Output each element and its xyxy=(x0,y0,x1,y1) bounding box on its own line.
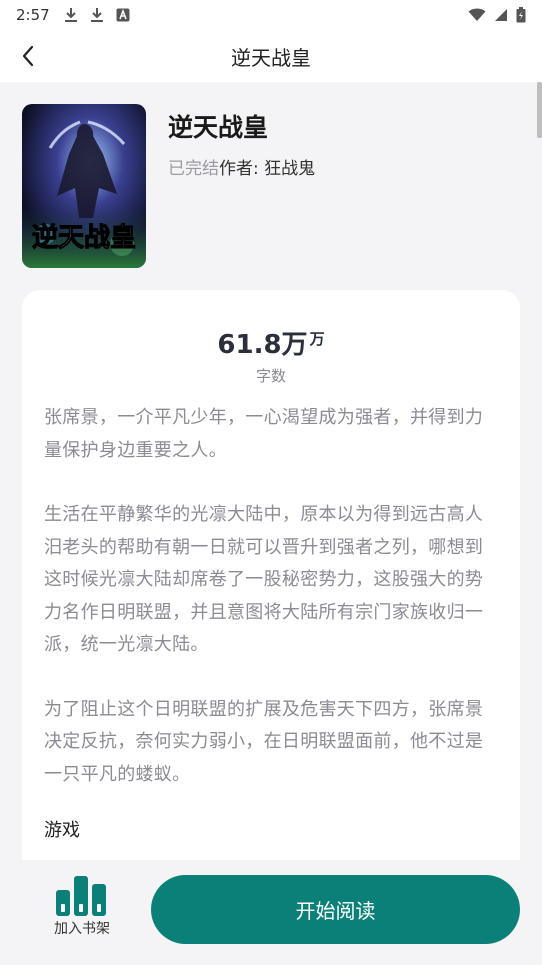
download-icon xyxy=(90,8,103,22)
synopsis-paragraph: 张席景，一介平凡少年，一心渴望成为强者，并得到力量保护身边重要之人。 xyxy=(44,407,484,461)
battery-charging-icon xyxy=(516,7,526,23)
word-count-unit: 万 xyxy=(309,330,325,348)
book-cover-art: 逆天战皇 xyxy=(22,104,146,268)
book-title: 逆天战皇 xyxy=(168,113,269,142)
wifi-icon xyxy=(468,8,486,21)
author-label[interactable]: 作者: 狂战鬼 xyxy=(219,154,315,179)
completion-status: 已完结 xyxy=(168,159,219,179)
book-detail-content[interactable]: 逆天战皇 逆天战皇 已完结 作者: 狂战鬼 61.8万万 字数 张席景，一介平凡… xyxy=(0,82,542,860)
back-button[interactable] xyxy=(10,38,46,74)
status-time: 2:57 xyxy=(16,6,50,24)
genre-tag[interactable]: 游戏 xyxy=(44,816,80,842)
book-synopsis: 张席景，一介平凡少年，一心渴望成为强者，并得到力量保护身边重要之人。 生活在平静… xyxy=(44,402,496,823)
scrollbar[interactable] xyxy=(537,82,542,138)
start-reading-label: 开始阅读 xyxy=(295,899,376,923)
book-cover-title: 逆天战皇 xyxy=(32,222,136,253)
synopsis-paragraph: 生活在平静繁华的光凛大陆中，原本以为得到远古高人汨老头的帮助有朝一日就可以晋升到… xyxy=(44,504,484,655)
download-icon xyxy=(64,8,77,22)
book-cover[interactable]: 逆天战皇 xyxy=(22,104,146,268)
status-bar: 2:57 xyxy=(0,0,542,30)
start-reading-button[interactable]: 开始阅读 xyxy=(151,875,520,944)
status-notification-icons xyxy=(64,7,130,23)
app-bar: 逆天战皇 xyxy=(0,30,542,82)
book-meta: 已完结 作者: 狂战鬼 xyxy=(168,154,315,179)
book-header: 逆天战皇 逆天战皇 已完结 作者: 狂战鬼 xyxy=(22,104,522,274)
book-info-card: 61.8万万 字数 张席景，一介平凡少年，一心渴望成为强者，并得到力量保护身边重… xyxy=(22,290,520,860)
status-system-icons xyxy=(468,7,526,23)
add-to-bookshelf-label: 加入书架 xyxy=(54,921,110,937)
cellular-signal-icon xyxy=(495,9,507,21)
bookshelf-icon xyxy=(56,876,106,916)
page-title: 逆天战皇 xyxy=(231,45,311,70)
word-count-stat: 61.8万万 字数 xyxy=(22,324,520,386)
font-app-icon xyxy=(116,8,130,22)
chevron-left-icon xyxy=(22,45,34,67)
word-count-value: 61.8万 xyxy=(217,330,308,360)
bottom-action-bar: 加入书架 开始阅读 xyxy=(0,860,542,965)
add-to-bookshelf-button[interactable]: 加入书架 xyxy=(44,874,120,944)
word-count-label: 字数 xyxy=(255,367,286,385)
synopsis-paragraph: 为了阻止这个日明联盟的扩展及危害天下四方，张席景决定反抗，奈何实力弱小，在日明联… xyxy=(44,698,484,785)
